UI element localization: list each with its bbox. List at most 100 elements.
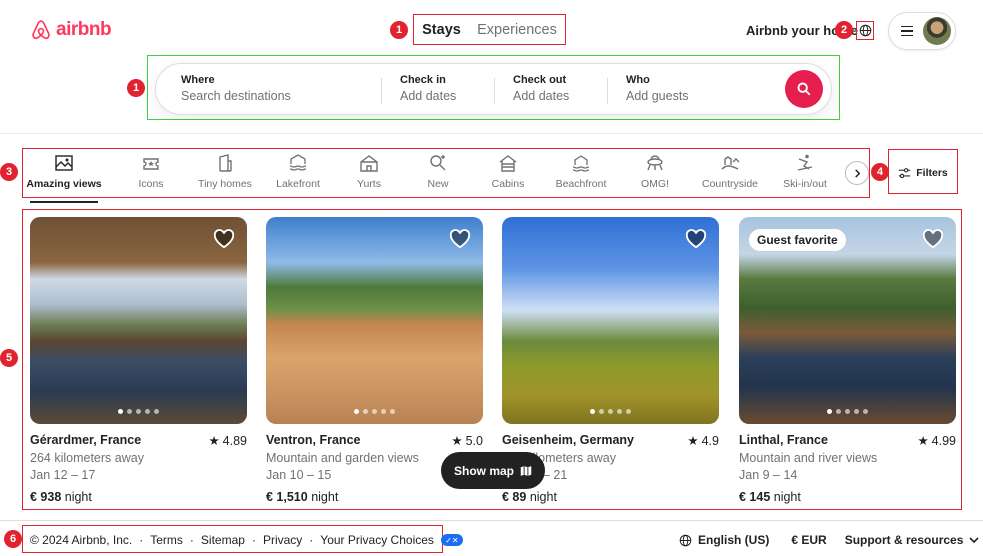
listing-photo[interactable]: Guest favorite	[739, 217, 956, 424]
search-who[interactable]: Who Add guests	[626, 74, 689, 103]
category-yurts[interactable]: Yurts	[354, 153, 384, 190]
heart-icon[interactable]	[213, 229, 235, 249]
chevron-right-icon	[854, 168, 860, 178]
search-icon	[797, 82, 811, 96]
listing-location: Ventron, France	[266, 433, 361, 447]
listing-price: € 938 night	[30, 490, 92, 504]
star-icon: ★	[917, 434, 929, 448]
search-checkout[interactable]: Check out Add dates	[513, 74, 569, 103]
where-input[interactable]: Search destinations	[181, 89, 291, 103]
category-label: Lakefront	[276, 178, 320, 190]
categories-next-button[interactable]	[845, 161, 869, 185]
footer-left: © 2024 Airbnb, Inc. · Terms · Sitemap · …	[30, 533, 463, 547]
search-where[interactable]: Where Search destinations	[181, 74, 291, 103]
footer-right: English (US) € EUR Support & resources	[679, 533, 979, 547]
filters-button[interactable]: Filters	[893, 157, 953, 189]
cabins-icon	[499, 155, 517, 172]
checkout-label: Check out	[513, 74, 567, 86]
heart-icon[interactable]	[449, 229, 471, 249]
annotation-badge-4: 4	[871, 163, 889, 181]
annotation-badge-2: 2	[835, 21, 853, 39]
globe-icon	[859, 24, 871, 37]
footer-link-terms[interactable]: Terms	[150, 533, 183, 547]
hamburger-icon	[901, 25, 913, 37]
new-icon	[430, 155, 446, 171]
avatar	[923, 17, 951, 45]
privacy-choices-toggle-icon[interactable]: ✓✕	[440, 534, 463, 546]
listing-photo[interactable]	[502, 217, 719, 424]
category-label: OMG!	[641, 178, 669, 190]
star-icon: ★	[687, 434, 699, 448]
footer-divider	[0, 520, 983, 521]
chevron-down-icon[interactable]	[969, 535, 979, 545]
checkin-label: Check in	[400, 74, 446, 86]
annotation-badge-6: 6	[4, 530, 22, 548]
show-map-button[interactable]: Show map	[441, 452, 545, 489]
category-label: Cabins	[491, 178, 525, 190]
listing-price: € 89 night	[502, 490, 557, 504]
copyright: © 2024 Airbnb, Inc.	[30, 533, 133, 547]
star-icon: ★	[208, 434, 220, 448]
airbnb-logo-icon	[32, 20, 50, 40]
support-resources-link[interactable]: Support & resources	[845, 533, 964, 547]
listing-photo[interactable]	[266, 217, 483, 424]
user-menu-button[interactable]	[888, 12, 956, 50]
tab-stays[interactable]: Stays	[422, 22, 461, 38]
category-tiny-homes[interactable]: Tiny homes	[197, 153, 253, 190]
listing-rating: ★ 4.9	[687, 433, 719, 449]
language-link[interactable]: English (US)	[698, 533, 769, 547]
ski-icon	[797, 154, 813, 171]
beachfront-icon	[572, 155, 590, 172]
search-button[interactable]	[785, 70, 823, 108]
heart-icon[interactable]	[685, 229, 707, 249]
category-lakefront[interactable]: Lakefront	[274, 153, 322, 190]
listing-dates: Jan 9 – 14	[739, 468, 798, 482]
category-new[interactable]: New	[424, 153, 452, 190]
category-beachfront[interactable]: Beachfront	[554, 153, 608, 190]
listing-description: Mountain and river views	[739, 451, 878, 465]
annotation-badge-5: 5	[0, 349, 18, 367]
photo-dots	[30, 409, 247, 414]
listing-card[interactable]: Guest favorite Linthal, France ★ 4.99 Mou…	[739, 217, 956, 504]
footer-link-sitemap[interactable]: Sitemap	[201, 533, 245, 547]
checkout-input[interactable]: Add dates	[513, 89, 569, 103]
category-amazing-views[interactable]: Amazing views	[26, 153, 102, 190]
category-ski-in-out[interactable]: Ski-in/out	[782, 153, 828, 190]
category-label: Ski-in/out	[783, 178, 827, 190]
category-countryside[interactable]: Countryside	[702, 153, 758, 190]
omg-icon	[647, 155, 663, 171]
listing-rating: ★ 5.0	[451, 433, 483, 449]
currency-link[interactable]: € EUR	[791, 533, 826, 547]
tiny-homes-icon	[219, 154, 232, 172]
globe-icon	[679, 534, 692, 546]
who-input[interactable]: Add guests	[626, 89, 689, 103]
checkin-input[interactable]: Add dates	[400, 89, 456, 103]
header-divider	[0, 133, 983, 134]
who-label: Who	[626, 74, 650, 86]
listing-rating: ★ 4.89	[208, 433, 247, 449]
heart-icon[interactable]	[922, 229, 944, 249]
tab-experiences[interactable]: Experiences	[477, 22, 557, 38]
listing-rating: ★ 4.99	[917, 433, 956, 449]
guest-favorite-badge: Guest favorite	[749, 229, 846, 251]
listing-location: Geisenheim, Germany	[502, 433, 635, 447]
footer-link-privacy-choices[interactable]: Your Privacy Choices	[320, 533, 434, 547]
show-map-label: Show map	[453, 463, 514, 478]
category-icons[interactable]: Icons	[129, 153, 173, 190]
footer-link-privacy[interactable]: Privacy	[263, 533, 302, 547]
listing-card[interactable]: Gérardmer, France ★ 4.89 264 kilometers a…	[30, 217, 247, 504]
annotation-badge-1b: 1	[127, 79, 145, 97]
listing-photo[interactable]	[30, 217, 247, 424]
search-checkin[interactable]: Check in Add dates	[400, 74, 456, 103]
category-cabins[interactable]: Cabins	[491, 153, 525, 190]
search-bar: Where Search destinations Check in Add d…	[155, 63, 832, 115]
category-omg[interactable]: OMG!	[640, 153, 670, 190]
icons-icon	[143, 158, 159, 170]
yurts-icon	[360, 155, 378, 172]
listing-distance: 264 kilometers away	[30, 451, 144, 465]
language-button[interactable]	[856, 21, 874, 40]
category-label: Countryside	[701, 178, 759, 190]
airbnb-logo[interactable]: airbnb	[30, 18, 112, 42]
category-label: Tiny homes	[198, 178, 252, 190]
logo-text: airbnb	[56, 19, 112, 40]
